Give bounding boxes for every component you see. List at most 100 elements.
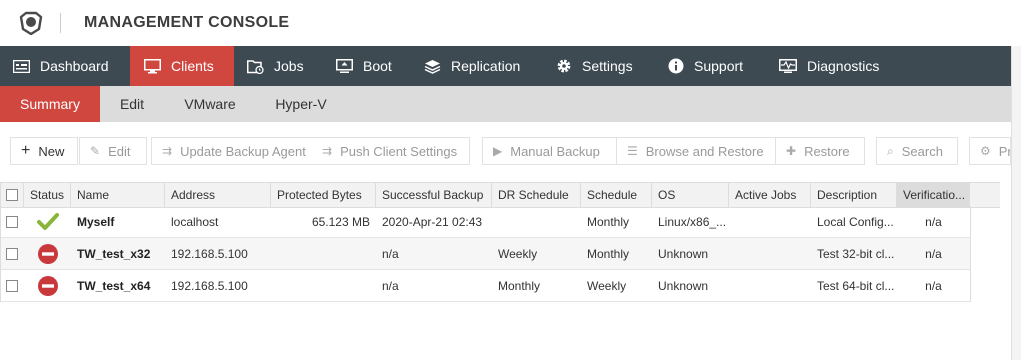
client-schedule: Monthly <box>587 214 630 229</box>
update-icon: ⇉ <box>162 144 173 158</box>
col-schedule[interactable]: Schedule <box>581 183 652 207</box>
browse-icon: ☰ <box>627 144 638 158</box>
client-address: 192.168.5.100 <box>171 246 248 261</box>
client-description: Test 64-bit cl... <box>817 278 895 293</box>
table-row[interactable]: TW_test_x64 192.168.5.100 n/a Monthly We… <box>0 270 970 302</box>
tab-support[interactable]: Support <box>668 46 743 86</box>
client-address: 192.168.5.100 <box>171 278 248 293</box>
monitor-icon <box>144 58 161 73</box>
manual-backup-button[interactable]: ▶ Manual Backup <box>482 137 617 165</box>
status-ok-icon <box>24 206 71 237</box>
tab-diagnostics-label: Diagnostics <box>807 58 880 74</box>
tab-replication[interactable]: Replication <box>424 46 520 86</box>
search-icon: ⌕ <box>887 143 894 158</box>
tab-boot[interactable]: Boot <box>336 46 392 86</box>
push-settings-button[interactable]: ⇉ Push Client Settings <box>320 137 470 165</box>
tab-boot-label: Boot <box>363 58 392 74</box>
col-active-jobs[interactable]: Active Jobs <box>729 183 811 207</box>
pencil-icon: ✎ <box>90 144 101 158</box>
search-label: Search <box>901 143 943 159</box>
client-protected-bytes <box>271 270 376 301</box>
main-nav: Dashboard Clients Jobs Boot Replication … <box>0 46 1011 86</box>
tab-settings-label: Settings <box>582 58 633 74</box>
tab-clients-label: Clients <box>171 58 214 74</box>
restore-label: Restore <box>804 143 850 159</box>
manual-backup-label: Manual Backup <box>510 143 600 159</box>
update-agent-button[interactable]: ⇉ Update Backup Agent <box>151 137 321 165</box>
edit-button-label: Edit <box>108 143 131 159</box>
properties-button[interactable]: ⚙ Pro <box>969 137 1011 165</box>
table-row[interactable]: Myself localhost 65.123 MB 2020-Apr-21 0… <box>0 206 970 238</box>
col-protected-bytes[interactable]: Protected Bytes <box>271 183 376 207</box>
select-all-checkbox[interactable] <box>5 189 18 201</box>
new-button-label: New <box>38 143 65 159</box>
layers-icon <box>424 59 441 74</box>
subtab-summary[interactable]: Summary <box>0 86 100 122</box>
subtab-hyperv[interactable]: Hyper-V <box>256 86 346 122</box>
client-address: localhost <box>171 214 219 229</box>
client-verification: n/a <box>925 214 942 229</box>
col-dr-schedule[interactable]: DR Schedule <box>492 183 581 207</box>
select-all-cell <box>0 183 24 207</box>
subtab-vmware[interactable]: VMware <box>164 86 256 122</box>
table-row[interactable]: TW_test_x32 192.168.5.100 n/a Weekly Mon… <box>0 238 970 270</box>
client-active-jobs <box>729 270 811 301</box>
sub-nav: Summary Edit VMware Hyper-V <box>0 86 1011 122</box>
client-name: TW_test_x32 <box>77 246 151 261</box>
browse-restore-label: Browse and Restore <box>645 143 764 159</box>
boot-icon <box>336 58 353 73</box>
window-edge <box>1011 46 1021 360</box>
status-error-icon <box>24 270 71 301</box>
col-address[interactable]: Address <box>165 183 271 207</box>
col-successful-backup[interactable]: Successful Backup <box>376 183 492 207</box>
tab-settings[interactable]: Settings <box>556 46 633 86</box>
status-error-icon <box>24 238 71 269</box>
client-dr-schedule <box>492 206 581 237</box>
client-successful-backup: 2020-Apr-21 02:43 <box>382 214 483 229</box>
client-successful-backup: n/a <box>382 278 399 293</box>
row-checkbox[interactable] <box>6 215 18 228</box>
client-dr-schedule: Weekly <box>498 246 538 261</box>
subtab-edit[interactable]: Edit <box>100 86 164 122</box>
row-checkbox[interactable] <box>6 279 18 292</box>
restore-button[interactable]: ✚ Restore <box>775 137 865 165</box>
toolbar: + New ✎ Edit ⇉ Update Backup Agent ⇉ Pus… <box>0 137 1011 167</box>
table-left-border <box>0 182 1 302</box>
tab-dashboard[interactable]: Dashboard <box>0 46 130 86</box>
col-status[interactable]: Status <box>24 183 71 207</box>
client-verification: n/a <box>925 278 942 293</box>
plus-icon: + <box>21 142 31 159</box>
restore-icon: ✚ <box>786 144 797 158</box>
logo-icon <box>19 11 43 35</box>
client-dr-schedule: Monthly <box>498 278 541 293</box>
app-title: MANAGEMENT CONSOLE <box>84 14 290 31</box>
push-settings-label: Push Client Settings <box>340 143 458 159</box>
tab-diagnostics[interactable]: Diagnostics <box>779 46 879 86</box>
client-successful-backup: n/a <box>382 246 399 261</box>
properties-label: Pro <box>998 143 1010 159</box>
browse-restore-button[interactable]: ☰ Browse and Restore <box>616 137 776 165</box>
client-schedule: Weekly <box>587 278 627 293</box>
client-protected-bytes: 65.123 MB <box>311 214 370 229</box>
new-button[interactable]: + New <box>10 137 78 165</box>
tab-jobs-label: Jobs <box>274 58 304 74</box>
col-description[interactable]: Description <box>811 183 897 207</box>
tab-jobs[interactable]: Jobs <box>247 46 304 86</box>
row-checkbox[interactable] <box>6 247 18 260</box>
col-os[interactable]: OS <box>652 183 729 207</box>
col-verification[interactable]: Verificatio... <box>897 183 970 207</box>
app-header: MANAGEMENT CONSOLE <box>0 0 1021 46</box>
tab-clients[interactable]: Clients <box>130 46 234 86</box>
tab-replication-label: Replication <box>451 58 521 74</box>
dashboard-icon <box>13 59 30 73</box>
table-right-border <box>970 206 971 302</box>
search-button[interactable]: ⌕ Search <box>876 137 958 165</box>
gear-small-icon: ⚙ <box>980 144 991 158</box>
edit-button[interactable]: ✎ Edit <box>79 137 147 165</box>
client-schedule: Monthly <box>587 246 630 261</box>
client-name: TW_test_x64 <box>77 278 151 293</box>
header-divider <box>60 13 61 33</box>
col-name[interactable]: Name <box>71 183 165 207</box>
push-icon: ⇉ <box>322 144 333 158</box>
client-description: Local Config... <box>817 214 894 229</box>
